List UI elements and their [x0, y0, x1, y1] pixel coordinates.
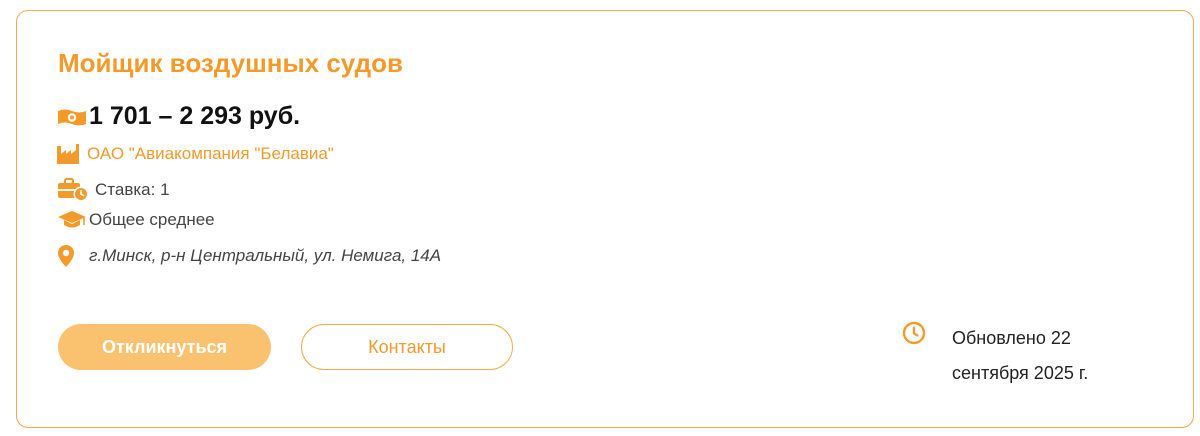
company-link[interactable]: ОАО "Авиакомпания "Белавиа": [87, 144, 334, 164]
vacancy-card: Мойщик воздушных судов 1 701 – 2 293 руб…: [16, 10, 1194, 428]
updated-info: Обновлено 22 сентября 2025 г.: [902, 321, 1132, 391]
salary-value: 1 701 – 2 293 руб.: [89, 102, 301, 130]
graduation-cap-icon: [57, 210, 87, 230]
education-row: Общее среднее: [57, 210, 215, 230]
rate-row: Ставка: 1: [57, 178, 170, 202]
vacancy-title[interactable]: Мойщик воздушных судов: [58, 47, 403, 79]
salary-row: 1 701 – 2 293 руб.: [57, 102, 300, 131]
updated-text: Обновлено 22 сентября 2025 г.: [952, 328, 1089, 383]
money-icon: [57, 107, 87, 127]
respond-button[interactable]: Откликнуться: [58, 324, 271, 370]
briefcase-clock-icon: [57, 178, 89, 202]
location-pin-icon: [57, 244, 75, 268]
company-row: ОАО "Авиакомпания "Белавиа": [57, 144, 334, 164]
address-row: г.Минск, р-н Центральный, ул. Немига, 14…: [57, 244, 441, 268]
rate-text: Ставка: 1: [95, 180, 170, 199]
address-text: г.Минск, р-н Центральный, ул. Немига, 14…: [89, 246, 442, 265]
clock-icon: [902, 321, 926, 350]
education-text: Общее среднее: [89, 210, 215, 229]
factory-icon: [57, 144, 79, 164]
contacts-button[interactable]: Контакты: [301, 324, 513, 370]
